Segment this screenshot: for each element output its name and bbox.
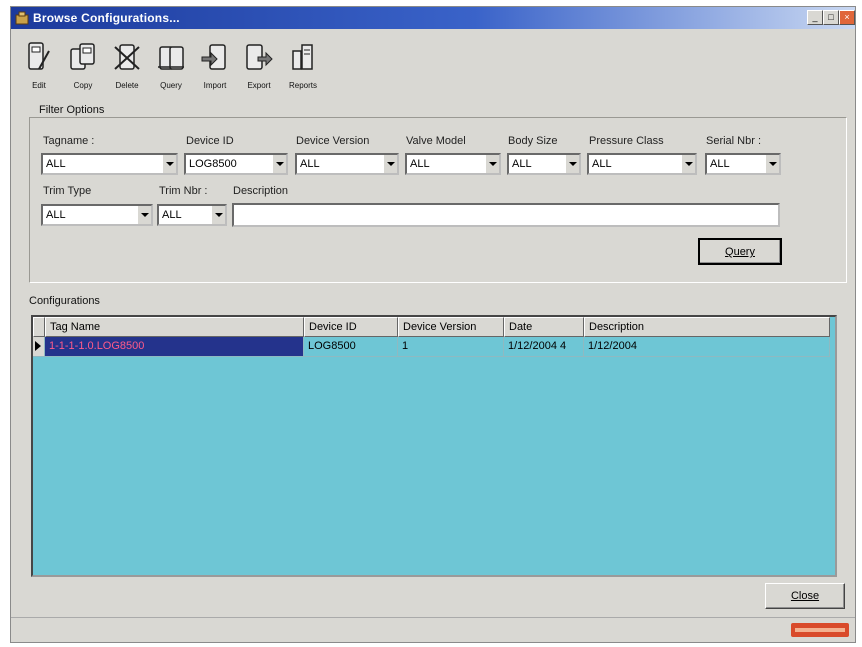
maximize-button[interactable]: □ [823, 10, 839, 25]
valve-model-combo[interactable]: ALL [405, 153, 501, 175]
query-button[interactable]: Query [698, 238, 782, 265]
delete-icon [114, 44, 140, 70]
column-header-device-id[interactable]: Device ID [304, 317, 398, 337]
query-button-label: Query [725, 246, 755, 258]
chevron-down-icon[interactable] [681, 155, 695, 173]
configurations-grid[interactable]: Tag Name Device ID Device Version Date D… [31, 315, 837, 577]
copy-icon [70, 43, 95, 70]
trim-nbr-combo[interactable]: ALL [157, 204, 227, 226]
toolbar-delete-button[interactable]: Delete [107, 35, 147, 95]
table-cell-date[interactable]: 1/12/2004 4 [504, 337, 584, 357]
valve-model-value: ALL [410, 158, 430, 170]
table-cell-description[interactable]: 1/12/2004 [584, 337, 830, 357]
app-icon [15, 11, 29, 25]
pressure-class-label: Pressure Class [589, 135, 664, 147]
trim-nbr-label: Trim Nbr : [159, 185, 208, 197]
trim-type-combo[interactable]: ALL [41, 204, 153, 226]
import-icon [201, 44, 226, 70]
serial-nbr-value: ALL [710, 158, 730, 170]
device-id-combo[interactable]: LOG8500 [184, 153, 288, 175]
toolbar-item-label: Copy [73, 81, 93, 90]
column-header-tag-name[interactable]: Tag Name [45, 317, 304, 337]
row-selector[interactable] [33, 337, 45, 357]
toolbar-export-button[interactable]: Export [239, 35, 279, 95]
pressure-class-combo[interactable]: ALL [587, 153, 697, 175]
query-icon [158, 46, 184, 70]
valve-model-label: Valve Model [406, 135, 466, 147]
description-input[interactable] [232, 203, 780, 227]
trim-nbr-value: ALL [162, 209, 182, 221]
table-cell-tag-name[interactable]: 1-1-1-1.0.LOG8500 [45, 337, 304, 357]
device-id-label: Device ID [186, 135, 234, 147]
chevron-down-icon[interactable] [383, 155, 397, 173]
column-header-date[interactable]: Date [504, 317, 584, 337]
chevron-down-icon[interactable] [765, 155, 779, 173]
toolbar-item-label: Query [160, 81, 182, 90]
serial-nbr-label: Serial Nbr : [706, 135, 762, 147]
title-bar[interactable]: Browse Configurations... _ □ × [11, 7, 855, 29]
reports-icon [292, 44, 313, 70]
column-header-device-version[interactable]: Device Version [398, 317, 504, 337]
device-version-combo[interactable]: ALL [295, 153, 399, 175]
toolbar-item-label: Import [203, 81, 227, 90]
trim-type-value: ALL [46, 209, 66, 221]
minimize-button[interactable]: _ [807, 10, 823, 25]
toolbar: Edit Copy Delete Query Import Export Rep… [19, 35, 399, 97]
close-window-button[interactable]: × [839, 10, 855, 25]
tagname-combo[interactable]: ALL [41, 153, 178, 175]
body-size-combo[interactable]: ALL [507, 153, 581, 175]
edit-icon [28, 42, 50, 70]
table-cell-device-id[interactable]: LOG8500 [304, 337, 398, 357]
window-title: Browse Configurations... [33, 11, 180, 25]
filter-options-legend: Filter Options [39, 104, 105, 116]
chevron-down-icon[interactable] [211, 206, 225, 224]
toolbar-reports-button[interactable]: Reports [283, 35, 323, 95]
body-size-value: ALL [512, 158, 532, 170]
table-cell-device-version[interactable]: 1 [398, 337, 504, 357]
chevron-down-icon[interactable] [272, 155, 286, 173]
status-bar [11, 617, 855, 642]
chevron-down-icon[interactable] [565, 155, 579, 173]
toolbar-query-button[interactable]: Query [151, 35, 191, 95]
brand-logo-icon [791, 623, 849, 637]
toolbar-item-label: Export [247, 81, 271, 90]
toolbar-copy-button[interactable]: Copy [63, 35, 103, 95]
chevron-down-icon[interactable] [137, 206, 151, 224]
chevron-down-icon[interactable] [485, 155, 499, 173]
row-pointer-icon [35, 341, 41, 351]
tagname-value: ALL [46, 158, 66, 170]
export-icon [246, 44, 273, 70]
toolbar-item-label: Reports [288, 81, 317, 90]
tagname-label: Tagname : [43, 135, 95, 147]
trim-type-label: Trim Type [43, 185, 92, 197]
close-button-label: Close [790, 590, 820, 602]
chevron-down-icon[interactable] [162, 155, 176, 173]
body-size-label: Body Size [508, 135, 558, 147]
toolbar-item-label: Edit [32, 81, 46, 90]
device-version-value: ALL [300, 158, 320, 170]
column-header-description[interactable]: Description [584, 317, 830, 337]
browse-configurations-window: Browse Configurations... _ □ × Edit Copy [10, 6, 856, 643]
device-version-label: Device Version [296, 135, 370, 147]
close-button[interactable]: Close [765, 583, 845, 609]
toolbar-edit-button[interactable]: Edit [19, 35, 59, 95]
row-header-corner [33, 317, 45, 337]
pressure-class-value: ALL [592, 158, 612, 170]
device-id-value: LOG8500 [189, 158, 237, 170]
toolbar-item-label: Delete [115, 81, 139, 90]
description-label: Description [233, 185, 289, 197]
toolbar-import-button[interactable]: Import [195, 35, 235, 95]
serial-nbr-combo[interactable]: ALL [705, 153, 781, 175]
configurations-legend: Configurations [29, 295, 100, 307]
